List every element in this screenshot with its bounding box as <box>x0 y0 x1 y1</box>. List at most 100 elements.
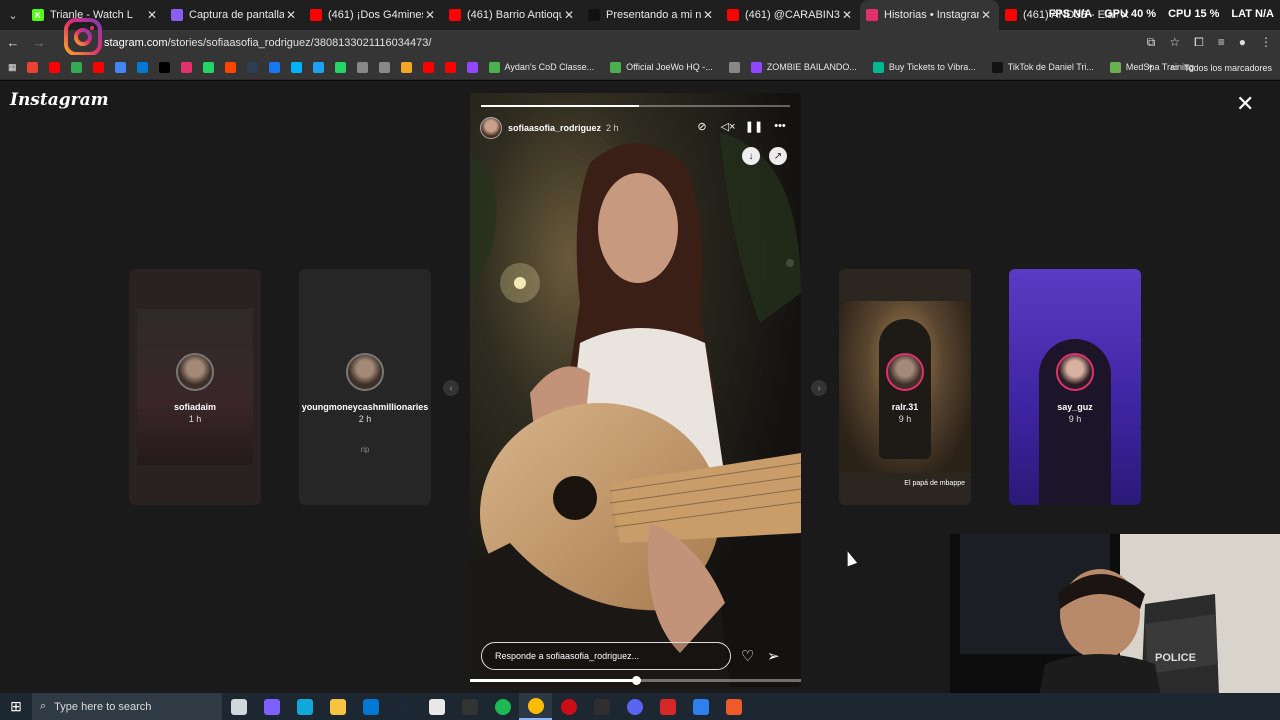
avatar[interactable] <box>480 117 502 139</box>
browser-tab[interactable]: Presentando a mi nuevo✕ <box>582 0 721 30</box>
more-options-icon[interactable]: ••• <box>773 119 787 133</box>
extensions-icon[interactable]: ⧠ <box>1194 35 1204 50</box>
current-story[interactable]: sofiaasofia_rodriguez 2 h ⊘ ◁× ❚❚ ••• ↓ … <box>470 93 801 687</box>
bookmark-icon[interactable] <box>263 61 285 73</box>
next-story-chevron-icon[interactable]: › <box>811 380 827 396</box>
bookmark-item[interactable]: Buy Tickets to Vibra... <box>867 61 976 73</box>
mute-icon[interactable]: ◁× <box>721 119 736 133</box>
close-icon[interactable]: ✕ <box>1236 93 1254 115</box>
captions-off-icon[interactable]: ⊘ <box>695 119 709 133</box>
bookmark-item[interactable]: ZOMBIE BAILANDO... <box>745 61 857 73</box>
back-arrow-icon[interactable]: ← <box>0 35 26 50</box>
obs-taskbar-icon[interactable] <box>585 693 618 720</box>
bookmark-icon[interactable] <box>21 61 43 73</box>
tab-favicon-icon <box>727 9 739 21</box>
url-field[interactable]: stagram.com/stories/sofiaasofia_rodrigue… <box>104 37 431 49</box>
reply-input[interactable]: Responde a sofiaasofia_rodriguez... <box>481 642 731 670</box>
bookmark-icon[interactable] <box>197 61 219 73</box>
bookmark-star-icon[interactable]: ☆ <box>1169 35 1180 50</box>
browser-tab[interactable]: (461) Barrio Antioquia A l✕ <box>443 0 582 30</box>
story-progress-fill <box>481 105 639 107</box>
browser-tab[interactable]: (461) @CARABIN3 | MUS✕ <box>721 0 860 30</box>
video-scrubber[interactable] <box>470 676 801 685</box>
lat-readout: LAT N/A <box>1231 8 1274 20</box>
windows-start-icon[interactable]: ⊞ <box>0 698 32 715</box>
chrome-taskbar-icon[interactable] <box>519 693 552 720</box>
bookmark-item[interactable]: Aydan's CoD Classe... <box>483 61 594 73</box>
spotify-taskbar-icon[interactable] <box>486 693 519 720</box>
bookmark-icon[interactable] <box>351 61 373 73</box>
opera-icon <box>560 698 577 715</box>
browser-tab[interactable]: Captura de pantalla por L✕ <box>165 0 304 30</box>
bookmark-icon[interactable] <box>461 61 483 73</box>
bookmark-icon[interactable] <box>219 61 241 73</box>
bookmark-icon[interactable] <box>329 61 351 73</box>
video-scrubber-handle[interactable] <box>631 676 641 685</box>
bookmark-item[interactable]: Official JoeWo HQ -... <box>604 61 713 73</box>
previous-story-chevron-icon[interactable]: ‹ <box>443 380 459 396</box>
story-username: say_guz <box>1057 402 1093 412</box>
forward-arrow-icon[interactable]: → <box>26 35 52 50</box>
vpn-taskbar-icon[interactable] <box>684 693 717 720</box>
send-icon[interactable]: ➢ <box>767 647 780 665</box>
bookmark-icon[interactable] <box>87 61 109 73</box>
store-taskbar-icon[interactable] <box>420 693 453 720</box>
bookmark-icon[interactable] <box>417 61 439 73</box>
menu-kebab-icon[interactable]: ⋮ <box>1260 35 1272 50</box>
tab-search-chevron-icon[interactable]: ⌄ <box>0 0 26 30</box>
outlook-taskbar-icon[interactable] <box>354 693 387 720</box>
bookmark-icon[interactable] <box>153 61 175 73</box>
opera-taskbar-icon[interactable] <box>552 693 585 720</box>
edge-taskbar-icon[interactable] <box>288 693 321 720</box>
instagram-logo[interactable]: Instagram <box>10 90 109 110</box>
heart-icon[interactable]: ♡ <box>741 647 754 665</box>
browser-tab[interactable]: (461) ¡Dos G4mines En El✕ <box>304 0 443 30</box>
bookmark-icon[interactable] <box>395 61 417 73</box>
media-controls-icon[interactable]: ≡ <box>1218 35 1225 50</box>
epic-taskbar-icon[interactable] <box>453 693 486 720</box>
share-external-icon[interactable]: ↗ <box>769 147 787 165</box>
bookmark-icon[interactable] <box>285 61 307 73</box>
bookmark-icon[interactable] <box>373 61 395 73</box>
bookmark-icon[interactable] <box>175 61 197 73</box>
story-preview-youngmoneycashmillionaries[interactable]: youngmoneycashmillionaries 2 h rip <box>299 269 431 505</box>
tab-close-icon[interactable]: ✕ <box>840 8 854 22</box>
all-bookmarks-folder[interactable]: ▭ Todos los marcadores <box>1170 62 1272 73</box>
steam-taskbar-icon[interactable] <box>387 693 420 720</box>
task-view-taskbar-icon[interactable] <box>222 693 255 720</box>
bookmark-icon[interactable] <box>109 61 131 73</box>
bookmark-icon[interactable] <box>241 61 263 73</box>
tab-close-icon[interactable]: ✕ <box>562 8 576 22</box>
bookmark-icon[interactable] <box>131 61 153 73</box>
tab-close-icon[interactable]: ✕ <box>979 8 993 22</box>
file-explorer-taskbar-icon[interactable] <box>321 693 354 720</box>
bookmark-icon[interactable] <box>43 61 65 73</box>
story-preview-sofiadaim[interactable]: sofiadaim 1 h <box>129 269 261 505</box>
bookmark-icon[interactable] <box>439 61 461 73</box>
story-username[interactable]: sofiaasofia_rodriguez <box>508 123 601 133</box>
bookmark-icon[interactable] <box>307 61 329 73</box>
profile-icon[interactable]: ● <box>1239 35 1246 50</box>
tab-close-icon[interactable]: ✕ <box>423 8 437 22</box>
story-preview-ralr31[interactable]: ralr.31 9 h El papá de mbappe <box>839 269 971 505</box>
bookmark-icon[interactable] <box>65 61 87 73</box>
bookmark-icon[interactable] <box>723 61 745 73</box>
apps-grid-icon[interactable]: ▦ <box>8 62 17 73</box>
tab-close-icon[interactable]: ✕ <box>284 8 298 22</box>
tab-close-icon[interactable]: ✕ <box>701 8 715 22</box>
discord-taskbar-icon[interactable] <box>618 693 651 720</box>
edge-icon <box>296 698 313 715</box>
more-bookmarks-chevron-icon[interactable]: » <box>1147 61 1153 72</box>
taskbar-search-box[interactable]: ⌕ Type here to search <box>32 693 222 720</box>
story-preview-say-guz[interactable]: say_guz 9 h <box>1009 269 1141 505</box>
pause-icon[interactable]: ❚❚ <box>745 119 763 133</box>
download-icon[interactable]: ↓ <box>742 147 760 165</box>
bookmark-item[interactable]: TikTok de Daniel Tri... <box>986 61 1094 73</box>
install-app-icon[interactable]: ⧉ <box>1147 35 1156 50</box>
app-orange-taskbar-icon[interactable] <box>717 693 750 720</box>
browser-tab[interactable]: Historias • Instagram ✕ <box>860 0 999 30</box>
app-red-taskbar-icon[interactable] <box>651 693 684 720</box>
webcam-chair-print: POLICE <box>1155 652 1196 664</box>
copilot-taskbar-icon[interactable] <box>255 693 288 720</box>
tab-close-icon[interactable]: ✕ <box>145 8 159 22</box>
